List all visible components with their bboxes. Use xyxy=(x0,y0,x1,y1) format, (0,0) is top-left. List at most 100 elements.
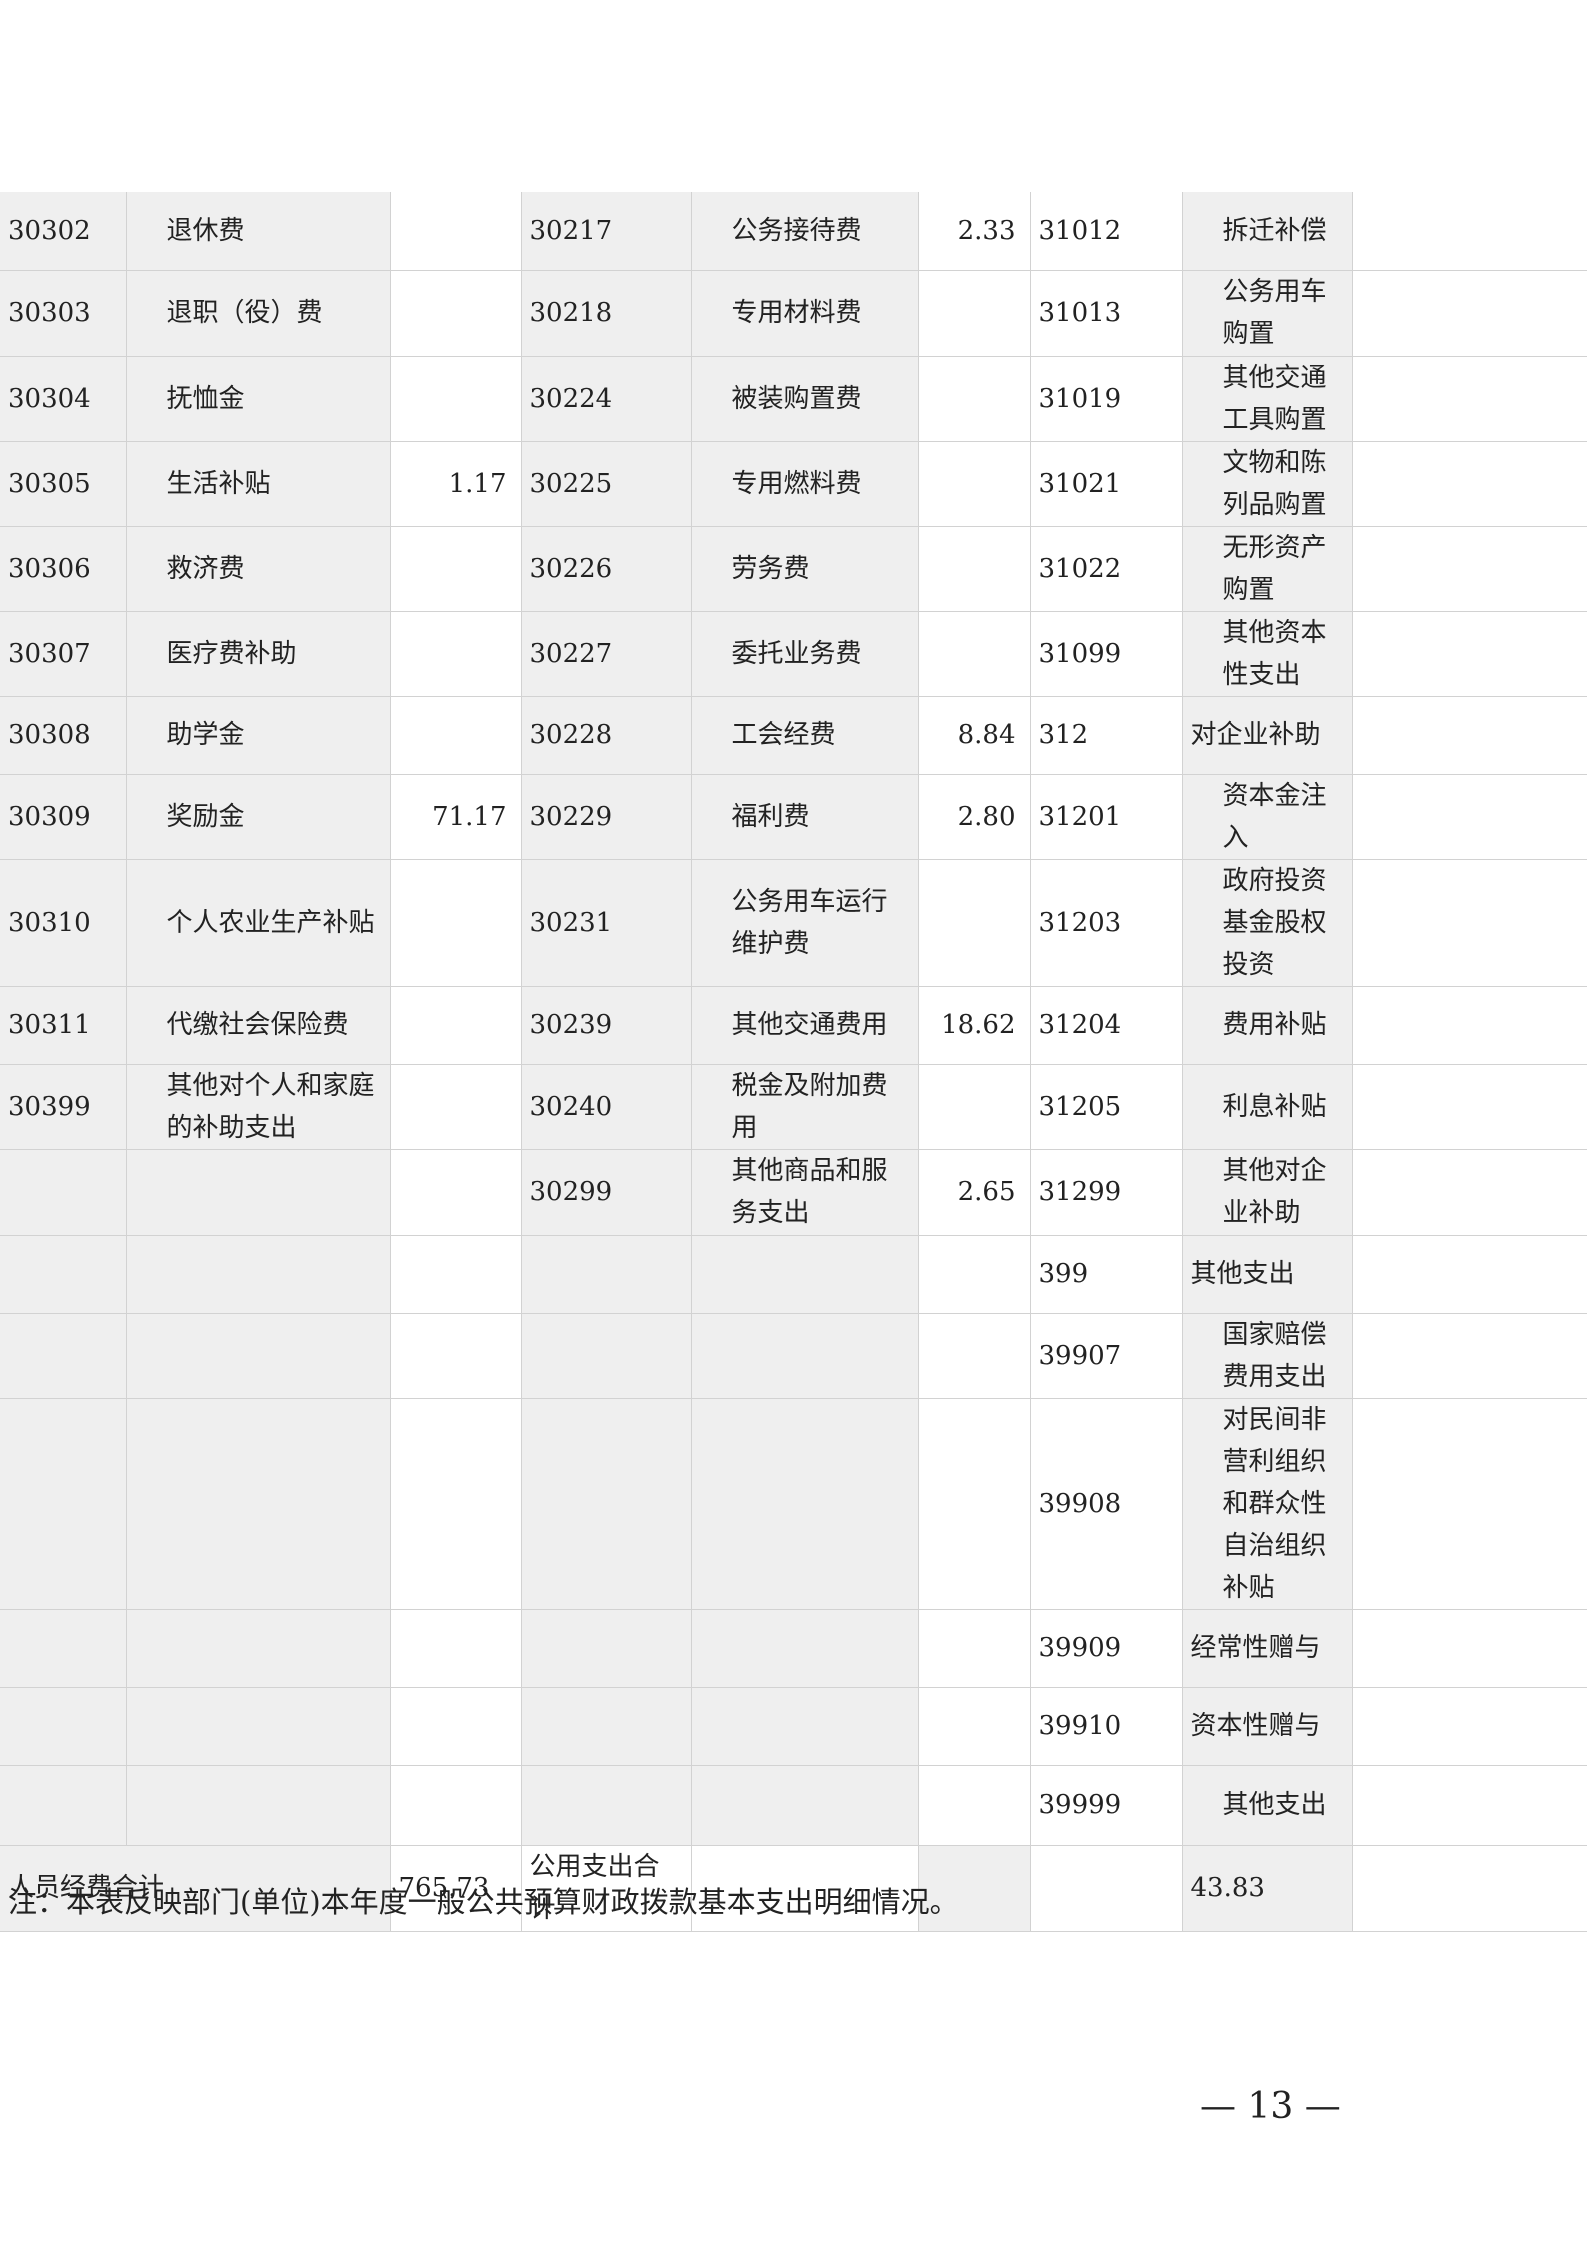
item-name-cell: 专用燃料费 xyxy=(691,441,919,527)
code-cell xyxy=(521,1313,692,1399)
item-name-cell: 对企业补助 xyxy=(1182,696,1353,775)
amount-cell xyxy=(918,1609,1031,1688)
item-name-cell: 专用材料费 xyxy=(691,270,919,357)
item-name-cell: 其他商品和服务支出 xyxy=(691,1149,919,1236)
code-cell: 30224 xyxy=(521,356,692,442)
code-cell xyxy=(521,1687,692,1766)
item-name-cell: 费用补贴 xyxy=(1182,986,1353,1065)
table-row: 39999 其他支出 xyxy=(0,1765,1587,1846)
amount-cell xyxy=(390,270,522,357)
code-cell: 31012 xyxy=(1030,192,1183,271)
public-total-blank-3 xyxy=(1030,1845,1183,1932)
amount-cell xyxy=(918,1687,1031,1766)
amount-cell xyxy=(390,526,522,612)
amount-cell xyxy=(390,1235,522,1314)
table-row: 30310 个人农业生产补贴 30231 公务用车运行维护费 31203 政府投资基金股权… xyxy=(0,859,1587,987)
amount-cell xyxy=(390,356,522,442)
code-cell: 31299 xyxy=(1030,1149,1183,1236)
item-name-cell: 生活补贴 xyxy=(126,441,391,527)
item-name-cell: 公务用车购置 xyxy=(1182,270,1353,357)
table-row: 30303 退职（役）费 30218 专用材料费 31013 公务用车购置 xyxy=(0,270,1587,357)
amount-cell xyxy=(1352,1687,1587,1766)
item-name-cell: 公务接待费 xyxy=(691,192,919,271)
table-row: 399 其他支出 xyxy=(0,1235,1587,1314)
code-cell: 31099 xyxy=(1030,611,1183,697)
table-row: 30311 代缴社会保险费 30239 其他交通费用 18.62 31204 费用补贴 xyxy=(0,986,1587,1065)
item-name-cell: 个人农业生产补贴 xyxy=(126,859,391,987)
item-name-cell: 劳务费 xyxy=(691,526,919,612)
table-row: 30308 助学金 30228 工会经费 8.84 312 对企业补助 xyxy=(0,696,1587,775)
amount-cell xyxy=(1352,774,1587,860)
table-row: 39907 国家赔偿费用支出 xyxy=(0,1313,1587,1399)
item-name-cell xyxy=(126,1398,391,1610)
item-name-cell xyxy=(126,1609,391,1688)
code-cell: 31204 xyxy=(1030,986,1183,1065)
amount-cell xyxy=(390,696,522,775)
table-row: 30306 救济费 30226 劳务费 31022 无形资产购置 xyxy=(0,526,1587,612)
code-cell xyxy=(0,1149,127,1236)
item-name-cell: 其他交通工具购置 xyxy=(1182,356,1353,442)
trailing-blank xyxy=(1352,1845,1587,1932)
code-cell xyxy=(0,1313,127,1399)
amount-cell xyxy=(1352,859,1587,987)
code-cell: 39999 xyxy=(1030,1765,1183,1846)
item-name-cell: 退职（役）费 xyxy=(126,270,391,357)
amount-cell xyxy=(1352,1064,1587,1150)
code-cell: 30308 xyxy=(0,696,127,775)
amount-cell xyxy=(918,1765,1031,1846)
code-cell: 30304 xyxy=(0,356,127,442)
item-name-cell: 代缴社会保险费 xyxy=(126,986,391,1065)
amount-cell xyxy=(390,859,522,987)
item-name-cell: 对民间非营利组织和群众性自治组织补贴 xyxy=(1182,1398,1353,1610)
amount-cell xyxy=(390,1398,522,1610)
amount-cell xyxy=(390,1609,522,1688)
code-cell: 30302 xyxy=(0,192,127,271)
code-cell: 39908 xyxy=(1030,1398,1183,1610)
table-body: 30302 退休费 30217 公务接待费 2.33 31012 拆迁补偿 30303 退职（役… xyxy=(0,192,1587,1846)
code-cell: 30228 xyxy=(521,696,692,775)
item-name-cell xyxy=(126,1235,391,1314)
amount-cell xyxy=(1352,192,1587,271)
item-name-cell xyxy=(691,1398,919,1610)
code-cell xyxy=(0,1609,127,1688)
code-cell: 39910 xyxy=(1030,1687,1183,1766)
code-cell xyxy=(0,1687,127,1766)
amount-cell xyxy=(390,1149,522,1236)
item-name-cell: 文物和陈列品购置 xyxy=(1182,441,1353,527)
item-name-cell: 其他对企业补助 xyxy=(1182,1149,1353,1236)
code-cell xyxy=(521,1765,692,1846)
amount-cell xyxy=(918,526,1031,612)
code-cell: 39909 xyxy=(1030,1609,1183,1688)
code-cell xyxy=(521,1398,692,1610)
amount-cell xyxy=(1352,986,1587,1065)
item-name-cell: 拆迁补偿 xyxy=(1182,192,1353,271)
item-name-cell: 其他资本性支出 xyxy=(1182,611,1353,697)
page-number: — 13 — xyxy=(1200,2086,1341,2127)
code-cell: 30217 xyxy=(521,192,692,271)
item-name-cell: 资本性赠与 xyxy=(1182,1687,1353,1766)
table-row: 39910 资本性赠与 xyxy=(0,1687,1587,1766)
amount-cell xyxy=(390,611,522,697)
item-name-cell: 其他支出 xyxy=(1182,1765,1353,1846)
code-cell xyxy=(0,1765,127,1846)
amount-cell xyxy=(1352,526,1587,612)
amount-cell xyxy=(390,192,522,271)
amount-cell xyxy=(918,441,1031,527)
code-cell: 31019 xyxy=(1030,356,1183,442)
code-cell: 39907 xyxy=(1030,1313,1183,1399)
code-cell: 30311 xyxy=(0,986,127,1065)
amount-cell xyxy=(1352,270,1587,357)
item-name-cell: 抚恤金 xyxy=(126,356,391,442)
amount-cell xyxy=(390,1064,522,1150)
item-name-cell: 税金及附加费用 xyxy=(691,1064,919,1150)
item-name-cell: 利息补贴 xyxy=(1182,1064,1353,1150)
code-cell: 31203 xyxy=(1030,859,1183,987)
item-name-cell xyxy=(691,1765,919,1846)
public-total-value: 43.83 xyxy=(1182,1845,1353,1932)
item-name-cell: 其他支出 xyxy=(1182,1235,1353,1314)
item-name-cell xyxy=(126,1313,391,1399)
amount-cell: 71.17 xyxy=(390,774,522,860)
item-name-cell xyxy=(126,1149,391,1236)
code-cell: 30229 xyxy=(521,774,692,860)
item-name-cell: 医疗费补助 xyxy=(126,611,391,697)
